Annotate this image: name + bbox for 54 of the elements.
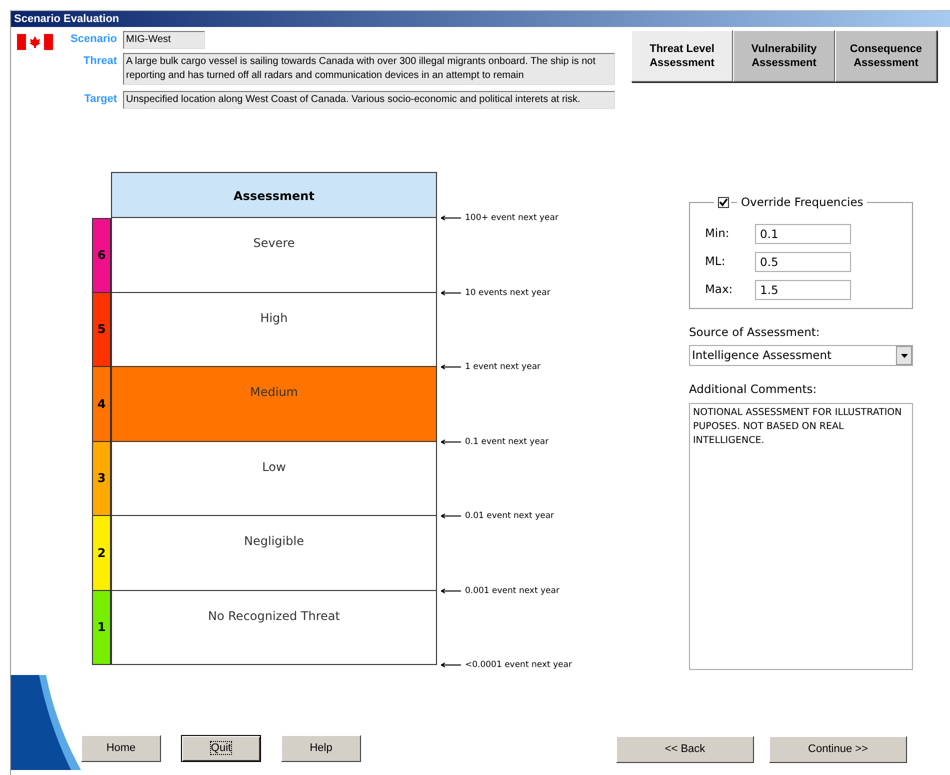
arrow-icon (441, 588, 461, 594)
arrow-icon (441, 290, 461, 296)
text-field[interactable]: 1.5 (755, 280, 851, 300)
button[interactable]: << Back (616, 736, 754, 763)
override-checkbox[interactable] (718, 197, 729, 208)
level-cell[interactable]: No Recognized Threat (111, 590, 437, 665)
field-label: Max: (705, 281, 734, 298)
level-number: 3 (92, 442, 111, 516)
field-label: Min: (705, 225, 730, 242)
level-cell[interactable]: Medium (111, 367, 437, 442)
override-label: Override Frequencies (741, 194, 864, 211)
frequency-label: 0.001 event next year (465, 584, 560, 598)
field-label: ML: (705, 253, 726, 270)
text-field[interactable]: 0.5 (755, 252, 851, 272)
text-field[interactable]: 0.1 (755, 224, 851, 244)
frequency-label: 0.01 event next year (465, 510, 554, 523)
level-number: 4 (92, 367, 111, 442)
source-label: Source of Assessment: (689, 324, 821, 341)
scale-header: Assessment (111, 172, 437, 218)
frequency-label: 0.1 event next year (465, 436, 549, 448)
arrow-icon (441, 364, 461, 370)
level-cell[interactable]: Low (111, 442, 437, 516)
arrow-icon (441, 662, 461, 668)
comments-label: Additional Comments: (689, 381, 818, 398)
level-number: 5 (92, 292, 111, 367)
tab[interactable]: Consequence Assessment (835, 30, 937, 82)
button[interactable]: Quit (181, 735, 261, 762)
tab[interactable]: Threat Level Assessment (631, 30, 733, 82)
tab[interactable]: Vulnerability Assessment (733, 30, 835, 82)
frequency-label: 100+ event next year (465, 212, 558, 225)
level-cell[interactable]: Negligible (111, 516, 437, 590)
button[interactable]: Help (281, 735, 361, 762)
level-cell[interactable]: Severe (111, 218, 437, 292)
arrow-icon (441, 513, 461, 519)
button[interactable]: Home (81, 735, 161, 762)
frequency-label: <0.0001 event next year (465, 659, 572, 672)
source-dropdown[interactable]: Intelligence Assessment (689, 345, 913, 366)
level-number: 2 (92, 516, 111, 590)
window-title: Scenario Evaluation (11, 11, 950, 27)
field-label: Threat (82, 54, 117, 69)
text-field[interactable]: Unspecified location along West Coast of Canada. Various socio-economic and political interets at risk. (123, 91, 615, 109)
field-label: Target (83, 92, 117, 107)
frequency-label: 10 events next year (465, 286, 550, 300)
frequency-label: 1 event next year (465, 361, 541, 374)
button[interactable]: Continue >> (769, 736, 907, 763)
text-field[interactable]: A large bulk cargo vessel is sailing towards Canada with over 300 illegal migrants onboard. The ship is not reporting and has turned off all radars and communication devices in an attempt to remain (123, 53, 615, 85)
flag-icon (17, 34, 53, 50)
text-field[interactable]: MIG-West (123, 31, 205, 49)
level-number: 1 (92, 590, 111, 665)
arrow-icon (441, 438, 461, 444)
level-number: 6 (92, 218, 111, 292)
field-label: Scenario (70, 32, 117, 47)
comments-field[interactable]: NOTIONAL ASSESSMENT FOR ILLUSTRATION PUPOSES. NOT BASED ON REAL INTELLIGENCE. (689, 402, 913, 670)
arrow-icon (441, 215, 461, 221)
